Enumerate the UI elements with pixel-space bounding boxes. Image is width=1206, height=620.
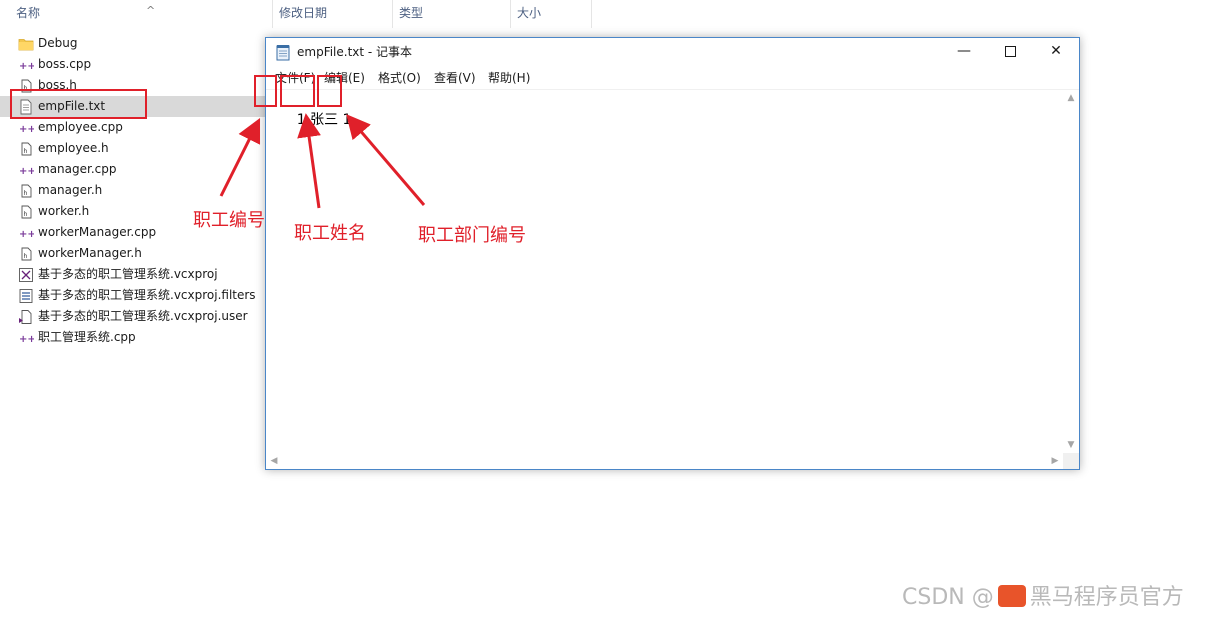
arrow-employee-name [297, 113, 321, 209]
arrow-employee-id [219, 117, 261, 197]
arrow-department-id [346, 114, 426, 206]
watermark: CSDN @ 黑马程序员官方 [902, 582, 1184, 614]
annotation-arrows [219, 113, 426, 209]
label-department-id: 职工部门编号 [418, 225, 526, 246]
label-employee-name: 职工姓名 [294, 223, 366, 244]
label-employee-id: 职工编号 [193, 210, 265, 231]
watermark-prefix: CSDN @ [902, 585, 994, 610]
csdn-logo-icon [997, 585, 1026, 607]
watermark-suffix: 黑马程序员官方 [1029, 585, 1184, 610]
